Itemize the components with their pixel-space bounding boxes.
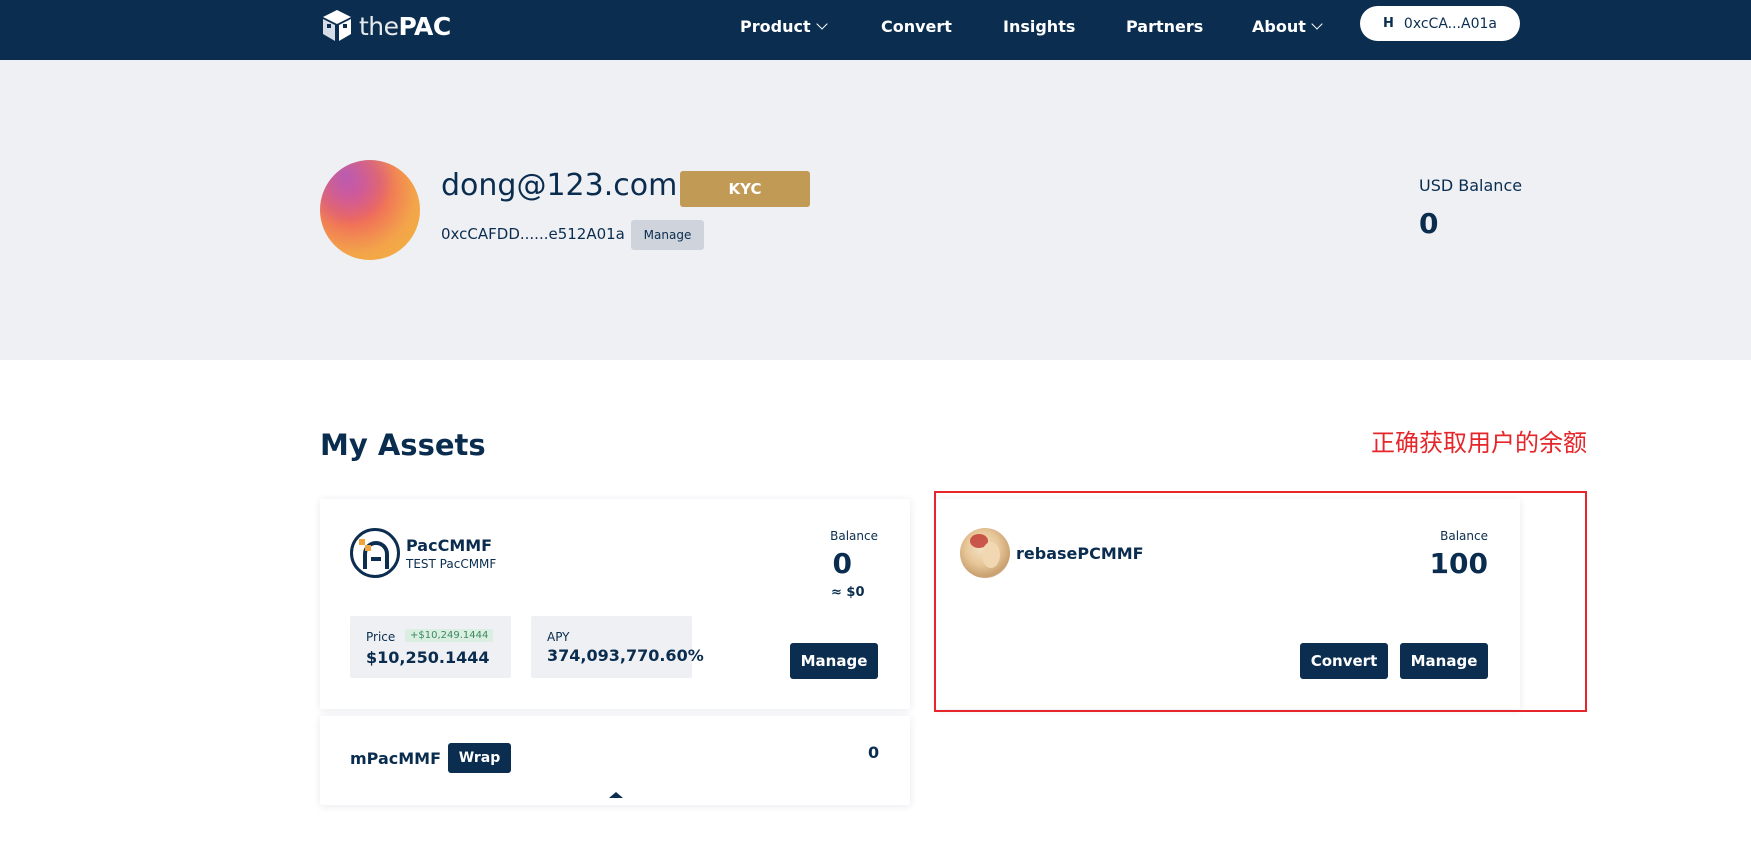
top-navbar: thePAC Product Convert Insights Partners… (0, 0, 1751, 60)
page-title: My Assets (320, 428, 486, 462)
balance-value: 0 (832, 547, 852, 580)
nav-convert[interactable]: Convert (881, 14, 952, 38)
kyc-badge[interactable]: KYC (680, 171, 810, 207)
nav-product[interactable]: Product (740, 14, 828, 38)
usd-balance-label: USD Balance (1419, 176, 1523, 195)
avatar (320, 160, 420, 260)
asset-card-paccmmf: PacCMMF TEST PacCMMF Balance 0 ≈ $0 Pric… (320, 499, 910, 709)
token-subtitle: TEST PacCMMF (406, 557, 497, 571)
nav-about-label: About (1252, 16, 1306, 36)
balance-label: Balance (830, 529, 878, 543)
balance-value: 100 (1429, 547, 1488, 580)
nav-convert-label: Convert (881, 16, 952, 36)
nav-insights-label: Insights (1003, 16, 1076, 36)
balance-label: Balance (1440, 529, 1488, 543)
price-value: $10,250.1444 (366, 648, 490, 667)
apy-label: APY (547, 630, 570, 644)
wallet-h-icon: H (1383, 16, 1394, 31)
logo[interactable]: thePAC (319, 8, 451, 44)
token-name: rebasePCMMF (1016, 544, 1144, 563)
wallet-button[interactable]: H 0xcCA...A01a (1360, 6, 1520, 41)
balance-usd: ≈ $0 (831, 585, 865, 600)
manage-button[interactable]: Manage (790, 643, 878, 679)
nav-about[interactable]: About (1252, 14, 1323, 38)
logo-text: thePAC (359, 11, 451, 41)
wallet-address: 0xcCA...A01a (1403, 15, 1497, 32)
nav-product-label: Product (740, 16, 811, 36)
convert-button[interactable]: Convert (1300, 643, 1388, 679)
paccmmf-token-icon (350, 528, 400, 578)
token-name: mPacMMF (350, 749, 442, 768)
token-name: PacCMMF (406, 536, 493, 555)
pac-logo-icon (323, 10, 351, 41)
manage-button[interactable]: Manage (1400, 643, 1488, 679)
user-email: dong@123.com (441, 168, 678, 203)
asset-card-rebasepcmmf: rebasePCMMF Balance 100 Convert Manage (936, 499, 1520, 709)
chevron-down-icon (1311, 17, 1323, 30)
chevron-down-icon (815, 17, 828, 30)
caret-up-icon[interactable] (609, 792, 623, 798)
rebasepcmmf-token-icon (960, 528, 1010, 578)
nav-partners[interactable]: Partners (1126, 14, 1203, 38)
user-address: 0xcCAFDD......e512A01a (441, 225, 625, 243)
price-change-badge: +$10,249.1444 (405, 629, 494, 642)
apy-box: APY 374,093,770.60% (531, 616, 704, 678)
manage-address-button[interactable]: Manage (631, 220, 704, 250)
asset-card-mpacmmf: mPacMMF Wrap 0 (320, 716, 910, 805)
mpacmmf-balance: 0 (868, 743, 880, 762)
nav-insights[interactable]: Insights (1003, 14, 1075, 38)
nav-partners-label: Partners (1126, 16, 1204, 36)
wrap-button[interactable]: Wrap (448, 743, 511, 773)
price-box: Price +$10,249.1444 $10,250.1444 (350, 616, 511, 678)
annotation-text: 正确获取用户的余额 (1371, 429, 1587, 457)
profile-section (0, 60, 1751, 360)
price-label: Price (366, 630, 396, 644)
usd-balance-value: 0 (1419, 207, 1439, 240)
apy-value: 374,093,770.60% (547, 646, 704, 665)
